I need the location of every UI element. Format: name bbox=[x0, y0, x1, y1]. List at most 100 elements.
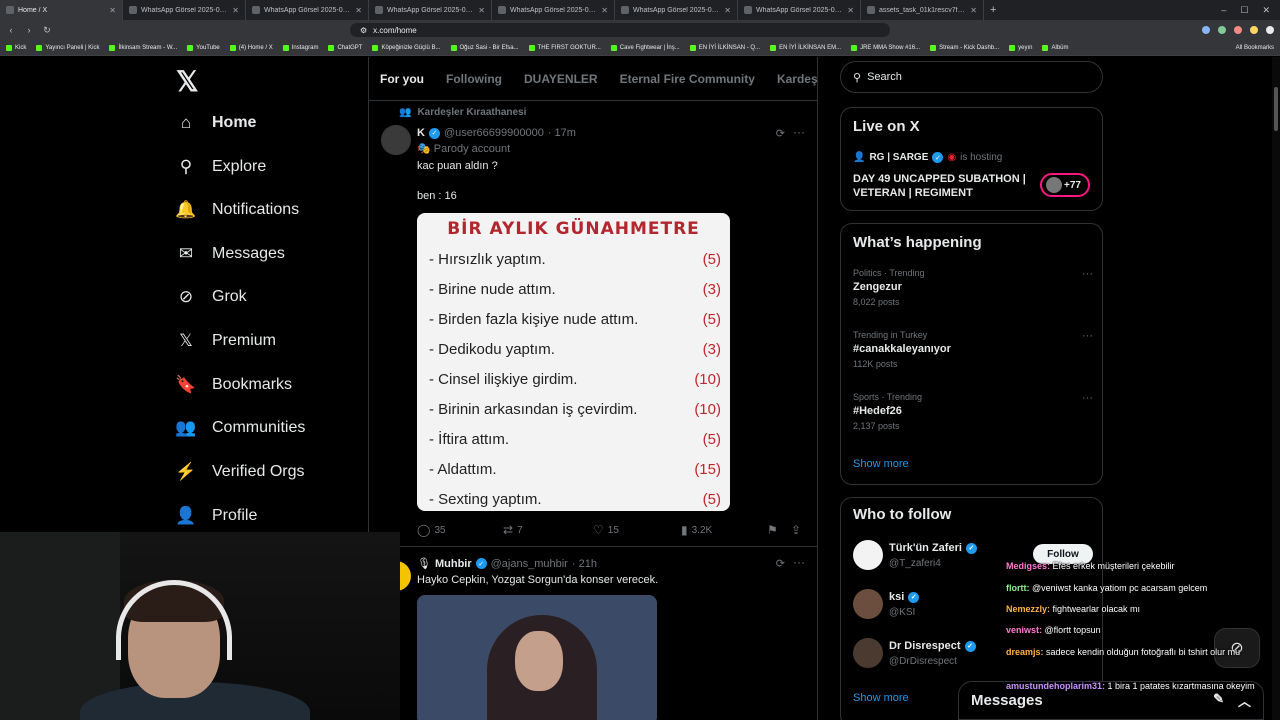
all-bookmarks-link[interactable]: All Bookmarks bbox=[1236, 45, 1274, 51]
bookmark-item[interactable]: EN İYİ İLKİNSAN EM... bbox=[770, 44, 841, 51]
avatar[interactable] bbox=[381, 125, 411, 155]
extension-icon[interactable] bbox=[1234, 26, 1242, 34]
maximize-icon[interactable]: ☐ bbox=[1240, 5, 1248, 16]
tab-close-icon[interactable]: ✕ bbox=[724, 6, 731, 15]
tab-for-you[interactable]: For you bbox=[369, 72, 435, 86]
like-button[interactable]: ♡ 15 bbox=[593, 523, 681, 537]
trend-item[interactable]: Sports · Trending #Hedef26 2,137 posts ··· bbox=[853, 392, 1093, 431]
bookmark-item[interactable]: Instagram bbox=[282, 44, 318, 51]
tab-close-icon[interactable]: ✕ bbox=[601, 6, 608, 15]
tab-close-icon[interactable]: ✕ bbox=[355, 6, 362, 15]
nav-item-profile[interactable]: 👤 Profile bbox=[175, 506, 257, 526]
more-icon[interactable]: ··· bbox=[793, 555, 805, 569]
minimize-icon[interactable]: – bbox=[1221, 5, 1226, 16]
post-image[interactable]: BİR AYLIK GÜNAHMETRE - Hırsızlık yaptım.… bbox=[417, 213, 730, 511]
back-icon[interactable]: ‹ bbox=[6, 25, 16, 35]
chevron-up-icon[interactable]: ︿ bbox=[1238, 691, 1251, 710]
new-tab-button[interactable]: + bbox=[984, 4, 1002, 16]
extension-icon[interactable] bbox=[1202, 26, 1210, 34]
site-info-icon[interactable]: ⚙ bbox=[360, 26, 367, 35]
bookmark-item[interactable]: Cave Fightwear | İnş... bbox=[610, 44, 680, 51]
scrollbar[interactable] bbox=[1272, 57, 1280, 720]
reload-icon[interactable]: ↻ bbox=[42, 25, 52, 36]
community-label[interactable]: 👥 Kardeşler Kıraathanesi bbox=[399, 107, 526, 118]
tab-close-icon[interactable]: ✕ bbox=[478, 6, 485, 15]
bookmark-item[interactable]: Köpeğinizle Güçlü B... bbox=[372, 44, 441, 51]
tab-kardeşler-kı[interactable]: Kardeşler Kı bbox=[766, 72, 817, 86]
post-image[interactable] bbox=[417, 595, 657, 720]
nav-item-premium[interactable]: 𝕏 Premium bbox=[176, 331, 276, 351]
bookmark-item[interactable]: YouTube bbox=[187, 44, 220, 51]
more-icon[interactable]: ··· bbox=[1082, 392, 1093, 404]
bookmark-item[interactable]: Oğuz Sasi - Bir Efsa... bbox=[450, 44, 519, 51]
more-icon[interactable]: ··· bbox=[1082, 268, 1093, 280]
browser-tab[interactable]: WhatsApp Görsel 2025-08-09 saat 0 ✕ bbox=[492, 0, 615, 20]
browser-tab[interactable]: WhatsApp Görsel 2025-08-08 saat 2 ✕ bbox=[738, 0, 861, 20]
compose-message-icon[interactable]: ✎ bbox=[1213, 691, 1224, 710]
tab-close-icon[interactable]: ✕ bbox=[847, 6, 854, 15]
bookmark-button[interactable]: ⚑ bbox=[767, 523, 791, 537]
live-host[interactable]: 👤 RG | SARGE ✓ ◉ is hosting bbox=[853, 152, 1002, 163]
repost-button[interactable]: ⇄ 7 bbox=[503, 523, 593, 537]
live-listeners-pill[interactable]: +77 bbox=[1040, 173, 1090, 197]
post[interactable]: 👥 Kardeşler Kıraathanesi K ✓ @user666999… bbox=[369, 103, 817, 547]
views-button[interactable]: ▮ 3.2K bbox=[681, 523, 767, 537]
nav-item-bookmarks[interactable]: 🔖 Bookmarks bbox=[175, 375, 292, 395]
bookmark-item[interactable]: (4) Home / X bbox=[229, 44, 273, 51]
show-more-link[interactable]: Show more bbox=[853, 458, 909, 470]
author-name[interactable]: Muhbir bbox=[435, 558, 472, 570]
grok-explain-icon[interactable]: ⟳ bbox=[776, 557, 785, 570]
more-icon[interactable]: ··· bbox=[1082, 330, 1093, 342]
url-input[interactable]: ⚙ x.com/home bbox=[350, 23, 890, 37]
bookmark-item[interactable]: Yayıncı Paneli | Kick bbox=[36, 44, 99, 51]
bookmark-item[interactable]: yeyın bbox=[1009, 44, 1032, 51]
avatar[interactable] bbox=[853, 638, 883, 668]
avatar[interactable] bbox=[853, 589, 883, 619]
scrollbar-thumb[interactable] bbox=[1274, 87, 1278, 131]
author-name[interactable]: K bbox=[417, 127, 425, 139]
share-button[interactable]: ⇪ bbox=[791, 523, 801, 537]
nav-item-messages[interactable]: ✉ Messages bbox=[176, 244, 285, 264]
bookmark-item[interactable]: Stream - Kick Dashb... bbox=[930, 44, 999, 51]
profile-icon[interactable] bbox=[1266, 26, 1274, 34]
tab-following[interactable]: Following bbox=[435, 72, 513, 86]
bookmark-item[interactable]: EN İYİ İLKİNSAN - Q... bbox=[689, 44, 760, 51]
bookmark-item[interactable]: Kick bbox=[6, 44, 26, 51]
bookmark-item[interactable]: ChatGPT bbox=[328, 44, 362, 51]
bookmark-item[interactable]: İlkinsam Stream - W... bbox=[109, 44, 177, 51]
tab-close-icon[interactable]: ✕ bbox=[109, 6, 116, 15]
browser-tab[interactable]: WhatsApp Görsel 2025-08-08 saat 2 ✕ bbox=[369, 0, 492, 20]
show-more-link[interactable]: Show more bbox=[853, 692, 909, 704]
bookmark-item[interactable]: Albüm bbox=[1042, 44, 1069, 51]
trend-item[interactable]: Trending in Turkey #canakkaleyanıyor 112K … bbox=[853, 330, 1093, 369]
author-handle[interactable]: @user66699900000 bbox=[444, 127, 544, 139]
browser-tab[interactable]: WhatsApp Görsel 2025-08-08 saat 2 ✕ bbox=[615, 0, 738, 20]
forward-icon[interactable]: › bbox=[24, 25, 34, 35]
live-stream-title[interactable]: DAY 49 UNCAPPED SUBATHON | VETERAN | REG… bbox=[853, 172, 1033, 200]
tab-eternal-fire-community[interactable]: Eternal Fire Community bbox=[609, 72, 766, 86]
nav-item-communities[interactable]: 👥 Communities bbox=[175, 418, 305, 438]
browser-tab[interactable]: Home / X ✕ bbox=[0, 0, 123, 20]
nav-item-grok[interactable]: ⊘ Grok bbox=[176, 287, 247, 307]
extension-icon[interactable] bbox=[1250, 26, 1258, 34]
trend-item[interactable]: Politics · Trending Zengezur 8,022 posts ··… bbox=[853, 268, 1093, 307]
avatar[interactable] bbox=[853, 540, 883, 570]
bookmark-item[interactable]: THE FIRST GOKTUR... bbox=[528, 44, 601, 51]
extension-icon[interactable] bbox=[1218, 26, 1226, 34]
bookmark-item[interactable]: JRE MMA Show #16... bbox=[851, 44, 920, 51]
post-time[interactable]: · 21h bbox=[572, 558, 597, 570]
browser-tab[interactable]: WhatsApp Görsel 2025-08-09 saat 0 ✕ bbox=[246, 0, 369, 20]
nav-item-verified-orgs[interactable]: ⚡ Verified Orgs bbox=[175, 462, 304, 482]
nav-item-explore[interactable]: ⚲ Explore bbox=[176, 157, 266, 177]
tab-duayenler[interactable]: DUAYENLER bbox=[513, 72, 609, 86]
search-input[interactable]: ⚲ Search bbox=[840, 61, 1103, 93]
browser-tab[interactable]: WhatsApp Görsel 2025-08-08 saat 2 ✕ bbox=[123, 0, 246, 20]
nav-item-notifications[interactable]: 🔔 Notifications bbox=[175, 200, 299, 220]
reply-button[interactable]: ◯ 35 bbox=[417, 523, 503, 537]
tab-close-icon[interactable]: ✕ bbox=[970, 6, 977, 15]
nav-item-home[interactable]: ⌂ Home bbox=[176, 113, 257, 133]
browser-tab[interactable]: assets_task_01k1rescv7fe789e1psh ✕ bbox=[861, 0, 984, 20]
post[interactable]: 🎙 Muhbir ✓ @ajans_muhbir · 21h ⟳ ··· Hay… bbox=[369, 549, 817, 720]
grok-explain-icon[interactable]: ⟳ bbox=[776, 127, 785, 140]
more-icon[interactable]: ··· bbox=[793, 125, 805, 139]
